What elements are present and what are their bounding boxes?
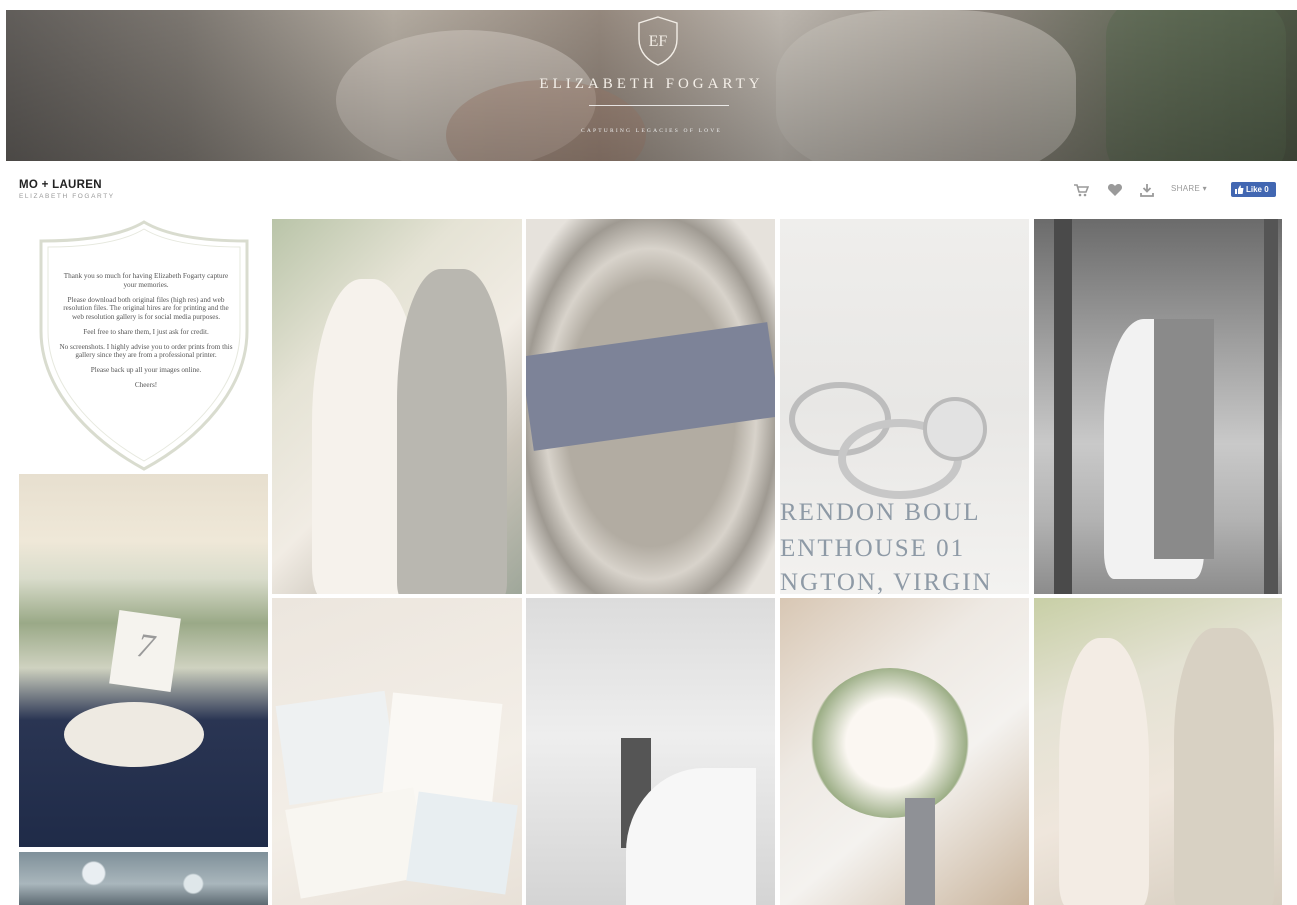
crest-logo-icon: EF: [638, 16, 678, 66]
table-number-card: 7: [109, 610, 181, 692]
download-icon[interactable]: [1139, 183, 1155, 197]
svg-text:EF: EF: [649, 33, 668, 50]
gallery-title: MO + LAUREN: [19, 179, 102, 191]
note-paragraph: Cheers!: [134, 381, 158, 389]
photo-couple-portrait[interactable]: [1034, 598, 1282, 905]
photo-rings[interactable]: RENDON BOUL ENTHOUSE 01 NGTON, VIRGIN: [780, 219, 1029, 594]
note-paragraph: Feel free to share them, I just ask for …: [83, 327, 209, 336]
photo-silver-tray[interactable]: [526, 219, 775, 594]
heart-icon[interactable]: [1107, 183, 1123, 197]
photo-bw-embrace[interactable]: [1034, 219, 1282, 594]
brand-tagline: CAPTURING LEGACIES OF LOVE: [580, 128, 723, 134]
ribbon: [526, 322, 775, 451]
photo-couple-kiss[interactable]: [272, 219, 522, 594]
note-paragraph: Please download both original files (hig…: [63, 295, 229, 321]
note-text: Thank you so much for having Elizabeth F…: [58, 272, 234, 396]
photo-bouquet[interactable]: [780, 598, 1029, 905]
photo-staircase[interactable]: [526, 598, 775, 905]
gallery-author: ELIZABETH FOGARTY: [19, 193, 115, 200]
invitation-text: ENTHOUSE 01: [780, 535, 966, 562]
facebook-like-button[interactable]: Like 0: [1231, 182, 1276, 197]
like-label: Like 0: [1246, 185, 1269, 194]
invitation-text: RENDON BOUL: [780, 499, 981, 526]
hero-banner: EF ELIZABETH FOGARTY CAPTURING LEGACIES …: [6, 10, 1297, 161]
photo-lights[interactable]: [19, 852, 268, 905]
share-dropdown[interactable]: SHARE ▾: [1171, 184, 1207, 193]
thumbs-up-icon: [1235, 185, 1244, 194]
note-paragraph: Thank you so much for having Elizabeth F…: [63, 272, 229, 289]
invitation-text: NGTON, VIRGIN: [780, 569, 993, 594]
dinner-plate: [64, 702, 204, 767]
note-paragraph: Please back up all your images online.: [90, 366, 202, 374]
photo-table-setting[interactable]: 7: [19, 474, 268, 847]
brand-divider: [589, 105, 729, 106]
photo-invitations[interactable]: [272, 598, 522, 905]
brand-name: ELIZABETH FOGARTY: [539, 76, 764, 92]
cart-icon[interactable]: [1073, 183, 1089, 197]
note-paragraph: No screenshots. I highly advise you to o…: [59, 342, 233, 360]
